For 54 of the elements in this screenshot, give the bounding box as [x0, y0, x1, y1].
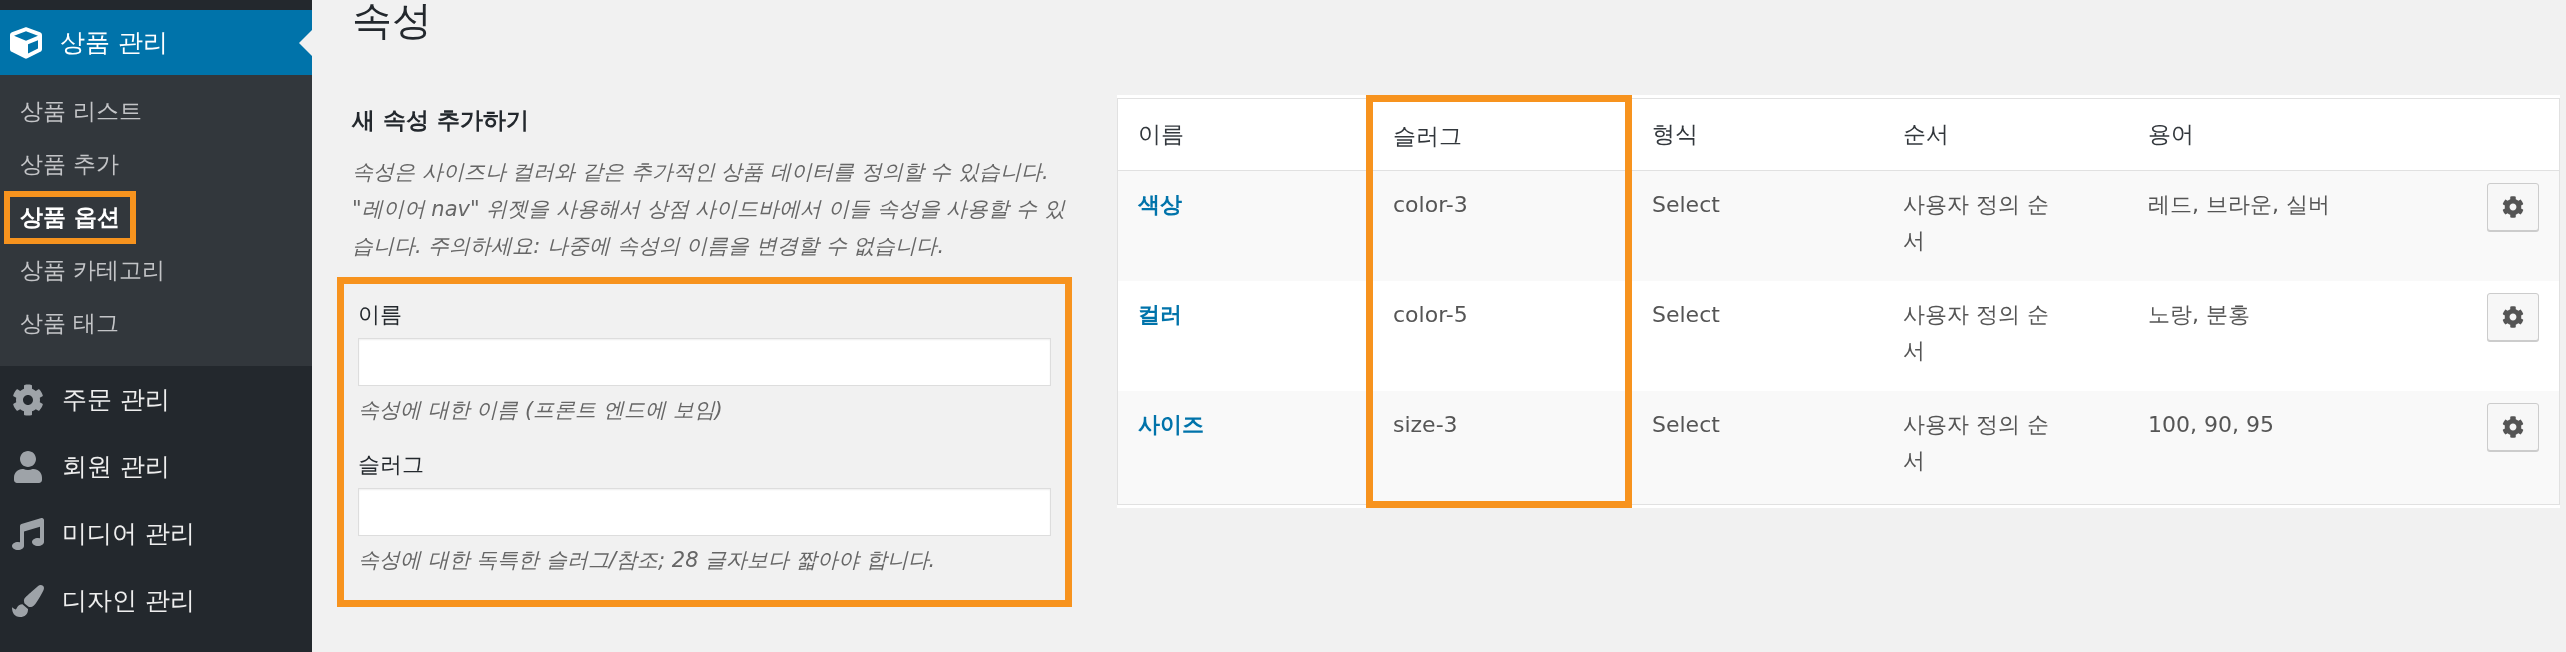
- form-heading: 새 속성 추가하기: [352, 106, 530, 135]
- settings-button[interactable]: [2487, 183, 2539, 231]
- table-cell: Select: [1652, 412, 1720, 437]
- gear-icon: [12, 383, 44, 416]
- submenu-item[interactable]: 상품 옵션: [4, 191, 136, 244]
- field-label: 슬러그: [358, 451, 425, 479]
- table-cell: size-3: [1393, 412, 1458, 437]
- table-cell: 레드, 브라운, 실버: [2148, 192, 2330, 217]
- input-field[interactable]: [358, 338, 1051, 386]
- column-header: 용어: [2128, 98, 2433, 171]
- input-field[interactable]: [358, 488, 1051, 536]
- settings-button[interactable]: [2487, 293, 2539, 341]
- menu-item[interactable]: 주문 관리: [0, 366, 312, 433]
- field-label: 이름: [358, 301, 403, 329]
- table-cell-text: 사용자 정의 순서: [1903, 411, 2050, 475]
- table-cell-text: 사용자 정의 순서: [1903, 191, 2050, 255]
- attribute-name-link[interactable]: 색상: [1138, 192, 1182, 217]
- field-hint: 속성에 대한 독특한 슬러그/참조; 28 글자보다 짧아야 합니다.: [358, 547, 937, 574]
- submenu-item[interactable]: 상품 카테고리: [4, 244, 182, 297]
- table-cell: 노랑, 분홍: [2148, 302, 2250, 327]
- form-description: 속성은 사이즈나 컬러와 같은 추가적인 상품 데이터를 정의할 수 있습니다. "레이어 nav" 위젯을 사용해서 상점 사이드바에서 이들 속성을 사용할 수 있습니다. 주의하세요: 나중에 속성의 이름을 변경할 수 없습니다.: [352, 159, 1067, 260]
- column-header: 순서: [1883, 98, 2128, 171]
- gear-icon: [2502, 306, 2524, 328]
- pointer-notch: [299, 30, 312, 56]
- submenu-item[interactable]: 상품 추가: [4, 138, 136, 191]
- table-cell: Select: [1652, 302, 1720, 327]
- menu-item[interactable]: 미디어 관리: [0, 500, 312, 567]
- table-cell: color-5: [1393, 302, 1468, 327]
- table-cell: Select: [1652, 192, 1720, 217]
- menu-label: 디자인 관리: [62, 585, 195, 617]
- settings-button[interactable]: [2487, 403, 2539, 451]
- table-cell-text: 사용자 정의 순서: [1903, 301, 2050, 365]
- attribute-name-link[interactable]: 컬러: [1138, 302, 1182, 327]
- menu-label: 주문 관리: [62, 384, 170, 416]
- music-note-icon: [12, 517, 44, 550]
- table-cell: color-3: [1393, 192, 1468, 217]
- menu-label: 회원 관리: [62, 451, 170, 483]
- menu-item[interactable]: 디자인 관리: [0, 567, 312, 634]
- page-title: 속성: [352, 0, 433, 45]
- attribute-name-link[interactable]: 사이즈: [1138, 412, 1204, 437]
- gear-icon: [2502, 416, 2524, 438]
- gear-icon: [2502, 196, 2524, 218]
- active-menu-item[interactable]: 상품 관리: [0, 10, 312, 75]
- table-cell: 100, 90, 95: [2148, 412, 2274, 437]
- cube-icon: [10, 26, 42, 59]
- column-header: 이름: [1117, 98, 1370, 171]
- paint-brush-icon: [12, 584, 44, 617]
- submenu-item[interactable]: 상품 리스트: [4, 85, 159, 138]
- submenu-item[interactable]: 상품 태그: [4, 297, 136, 350]
- column-header: 형식: [1628, 98, 1883, 171]
- person-icon: [12, 450, 44, 483]
- menu-label: 미디어 관리: [62, 518, 195, 550]
- field-hint: 속성에 대한 이름 (프론트 엔드에 보임): [358, 397, 724, 424]
- menu-item[interactable]: 회원 관리: [0, 433, 312, 500]
